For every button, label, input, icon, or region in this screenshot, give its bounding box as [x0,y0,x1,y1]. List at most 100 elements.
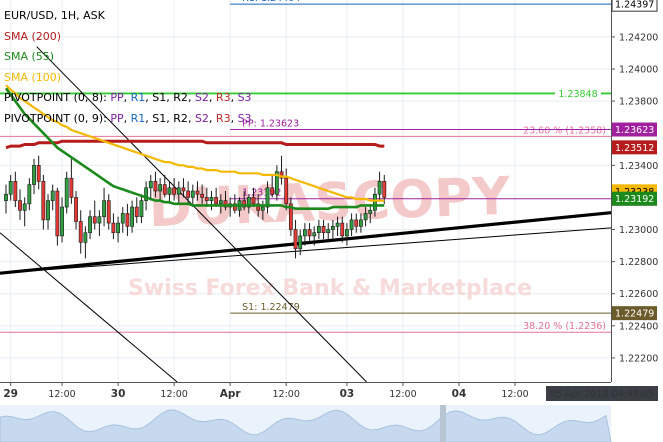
candle-body [251,197,256,205]
time-tick-label: 03 [340,388,355,400]
candle-body [349,219,354,230]
trendline [0,232,178,383]
candle-body [345,229,349,237]
candle-body [293,229,298,250]
candle-body [41,181,46,221]
candle-body [130,206,134,227]
fib-label: 38.20 % (1.2236) [523,321,606,332]
fib-label: 23.60 % (1.2358) [523,125,606,136]
candle-body [316,226,321,234]
time-tick-label: 04 [452,388,467,400]
navigator-handle [440,405,446,442]
candle-body [13,181,18,201]
candle-body [330,226,335,230]
indicator-price-tag: 1.23512 [615,143,654,154]
candle-body [8,181,13,195]
candle-body [284,177,289,205]
candle-body [260,206,265,211]
candle-body [326,229,331,234]
navigator-strip [0,405,612,442]
legend-sma55[interactable]: SMA (55) [4,47,252,68]
candle-body [176,187,181,195]
pivot-part-r2: R2 [173,111,188,125]
legend-pivot-2[interactable]: PIVOTPOINT (0, 9): PP, R1, S1, R2, S2, R… [4,109,252,130]
candle-body [167,187,172,195]
candle-body [32,165,36,185]
legend-sma200[interactable]: SMA (200) [4,27,252,48]
candle-body [120,213,125,224]
watermark-tagline: Swiss Forex Bank & Marketplace [128,276,532,301]
candle-body [69,177,74,198]
candle-body [102,200,106,217]
candle-body [55,190,60,237]
pivot-part-r1: R1 [130,91,146,104]
candle-body [209,197,214,201]
candle-body [134,206,139,217]
candle-body [97,216,102,224]
time-tick-label: Apr [220,388,242,400]
candle-body [218,200,223,205]
candle-body [148,181,153,189]
candle-body [111,222,116,234]
candle-body [106,200,111,224]
candle-body [153,181,158,192]
price-tick-label: 1.22800 [619,257,658,268]
legend-pivot-1[interactable]: PIVOTPOINT (0, 8): PP, R1, S1, R2, S2, R… [4,88,252,109]
candle-body [83,232,88,243]
candle-body [312,232,317,237]
pivot-part-s3: S3 [237,111,252,125]
pivot-part-s1: S1 [152,111,167,125]
pivot-part-s2: S2 [194,111,209,125]
candle-body [373,193,377,211]
candle-body [60,206,64,237]
price-tick-label: 1.24000 [619,65,658,76]
candle-body [27,184,32,205]
candle-body [22,203,27,211]
chart-legend: EUR/USD, 1H, ASK SMA (200) SMA (55) SMA … [4,6,252,129]
candle-body [158,184,163,192]
candle-body [88,216,92,234]
candle-body [139,200,144,217]
pivot-part-r1: R1 [130,111,146,125]
pivot-part-r2: R2 [173,91,188,104]
candle-body [363,213,368,221]
sma100-label: SMA (100) [4,70,62,84]
candle-body [36,165,41,182]
pivot-part-s3: S3 [237,91,252,104]
pivot-price-tag: 1.24397 [615,0,654,11]
candle-body [298,235,303,250]
candle-body [359,219,363,227]
time-tick-label: 12:00 [389,389,416,400]
candle-body [190,190,195,198]
price-tick-label: 1.24200 [619,32,658,43]
pivot-label: S1: 1.22479 [242,302,300,313]
sma200-label: SMA (200) [4,29,62,43]
candle-body [204,197,209,201]
price-tick-label: 1.23400 [619,161,658,172]
price-tick-label: 1.23800 [619,97,658,108]
candle-body [4,193,8,201]
candle-body [377,181,382,195]
pivot-part-r3: R3 [215,111,231,125]
candle-body [172,187,177,195]
pivot-price-tag: 1.22479 [615,309,654,320]
pivot-part-s1: S1 [152,91,167,104]
indicator-price-tag: 1.23192 [615,194,654,205]
candle-body [18,200,22,211]
candle-body [186,190,191,198]
candle-body [50,190,55,201]
pivot-part-pp: PP [110,111,124,125]
candle-body [340,222,345,237]
time-tick-label: 12:00 [160,389,187,400]
pivot1-name: PIVOTPOINT (0, 8): [4,91,107,104]
time-tick-label: 29 [3,388,18,400]
price-tick-label: 1.23000 [619,225,658,236]
candle-body [270,187,275,195]
candle-body [181,187,186,192]
candle-body [116,222,120,234]
candle-body [335,222,340,227]
candle-body [92,216,97,224]
legend-sma100[interactable]: SMA (100) [4,68,252,89]
legend-symbol[interactable]: EUR/USD, 1H, ASK [4,6,252,27]
candle-body [78,221,83,243]
